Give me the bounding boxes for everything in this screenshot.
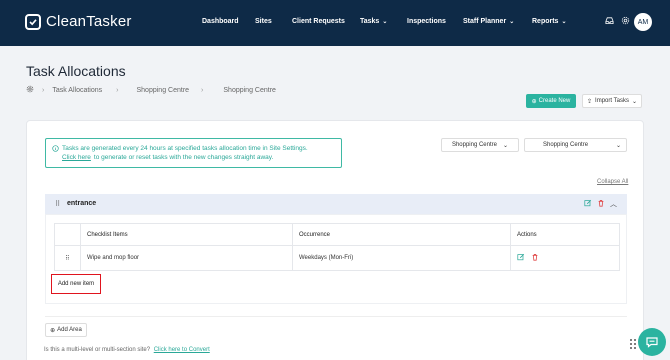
add-new-item-button[interactable]: Add new item <box>51 274 101 294</box>
breadcrumb-item[interactable]: Shopping Centre <box>137 87 190 94</box>
nav-inspections[interactable]: Inspections <box>407 18 446 25</box>
chevron-down-icon: ⌄ <box>561 19 567 25</box>
checklist-table: Checklist Items Occurrence Actions ⠿ Wip… <box>54 223 620 271</box>
delete-icon[interactable] <box>531 253 539 263</box>
nav-reports-label: Reports <box>532 18 559 25</box>
generate-tasks-link[interactable]: Click here <box>62 153 91 162</box>
convert-link[interactable]: Click here to Convert <box>154 347 210 353</box>
area-select[interactable]: Shopping Centre ⌄ <box>524 138 627 152</box>
nav-sites[interactable]: Sites <box>255 18 272 25</box>
site-select[interactable]: Shopping Centre ⌄ <box>441 138 519 152</box>
chevron-down-icon: ⌄ <box>382 19 388 25</box>
nav-staff-planner-label: Staff Planner <box>463 18 507 25</box>
chevron-down-icon: ⌄ <box>509 19 515 25</box>
area-select-value: Shopping Centre <box>543 142 589 148</box>
table-header <box>54 223 81 246</box>
row-actions <box>510 245 620 271</box>
gear-icon[interactable] <box>26 85 34 95</box>
table-header: Actions <box>510 223 620 246</box>
nav-reports[interactable]: Reports ⌄ <box>532 18 566 25</box>
edit-icon[interactable] <box>584 199 592 209</box>
grip-icon[interactable] <box>630 339 636 349</box>
inbox-icon[interactable] <box>605 16 614 27</box>
info-icon <box>52 145 59 152</box>
section-title: entrance <box>67 200 97 207</box>
chevron-right-icon: › <box>116 86 119 94</box>
add-area-label: Add Area <box>57 327 82 333</box>
nav-tasks-label: Tasks <box>360 18 380 25</box>
top-navbar: CleanTasker Dashboard Sites Client Reque… <box>0 0 670 46</box>
table-header-row: Checklist Items Occurrence Actions <box>54 223 620 246</box>
plus-circle-icon: ⊕ <box>531 98 537 105</box>
plus-circle-icon: ⊕ <box>50 327 56 334</box>
collapse-all-link[interactable]: Collapse All <box>597 179 628 185</box>
add-area-button[interactable]: ⊕ Add Area <box>45 323 87 337</box>
drag-handle-icon[interactable]: ⠿ <box>55 200 60 208</box>
section-header[interactable]: ⠿ entrance ︿ <box>45 194 627 214</box>
breadcrumb: › Task Allocations › Shopping Centre › S… <box>26 85 276 95</box>
chevron-up-icon[interactable]: ︿ <box>610 199 617 209</box>
checklist-item: Wipe and mop floor <box>80 245 293 271</box>
allocation-card: Tasks are generated every 24 hours at sp… <box>26 120 644 360</box>
create-new-label: Create New <box>538 98 571 104</box>
delete-icon[interactable] <box>597 199 605 209</box>
app-name: CleanTasker <box>46 13 132 30</box>
drag-handle-icon[interactable]: ⠿ <box>54 245 81 271</box>
nav-tasks[interactable]: Tasks ⌄ <box>360 18 387 25</box>
breadcrumb-item[interactable]: Shopping Centre <box>223 87 276 94</box>
logo[interactable]: CleanTasker <box>25 13 132 30</box>
nav-dashboard[interactable]: Dashboard <box>202 18 239 25</box>
chevron-right-icon: › <box>201 86 204 94</box>
chevron-right-icon: › <box>42 86 45 94</box>
edit-icon[interactable] <box>517 253 525 263</box>
logo-icon <box>25 13 41 30</box>
table-header: Occurrence <box>292 223 511 246</box>
info-text: Tasks are generated every 24 hours at sp… <box>62 145 308 152</box>
top-icons <box>605 16 630 27</box>
create-new-button[interactable]: ⊕ Create New <box>526 94 576 108</box>
nav-client-requests[interactable]: Client Requests <box>292 18 345 25</box>
occurrence: Weekdays (Mon-Fri) <box>292 245 511 271</box>
multi-level-prompt: Is this a multi-level or multi-section s… <box>44 347 210 353</box>
chevron-down-icon: ⌄ <box>616 142 622 149</box>
info-alert: Tasks are generated every 24 hours at sp… <box>45 138 342 168</box>
multi-level-text: Is this a multi-level or multi-section s… <box>44 347 151 353</box>
table-header: Checklist Items <box>80 223 293 246</box>
table-row: ⠿ Wipe and mop floor Weekdays (Mon-Fri) <box>54 245 620 271</box>
gear-icon[interactable] <box>621 16 630 27</box>
chat-button[interactable] <box>638 328 666 356</box>
chevron-down-icon: ⌄ <box>503 142 509 149</box>
chat-icon <box>646 337 658 348</box>
upload-icon: ⇪ <box>587 98 593 105</box>
breadcrumb-item[interactable]: Task Allocations <box>52 87 102 94</box>
section-body: Checklist Items Occurrence Actions ⠿ Wip… <box>45 214 627 304</box>
info-text-rest: to generate or reset tasks with the new … <box>93 154 274 161</box>
import-tasks-button[interactable]: ⇪ Import Tasks ⌄ <box>582 94 642 108</box>
import-tasks-label: Import Tasks <box>595 98 629 104</box>
chevron-down-icon: ⌄ <box>631 98 637 105</box>
site-select-value: Shopping Centre <box>451 142 497 148</box>
avatar[interactable]: AM <box>634 13 652 31</box>
page-title: Task Allocations <box>26 63 126 79</box>
divider <box>45 316 627 317</box>
nav-staff-planner[interactable]: Staff Planner ⌄ <box>463 18 514 25</box>
